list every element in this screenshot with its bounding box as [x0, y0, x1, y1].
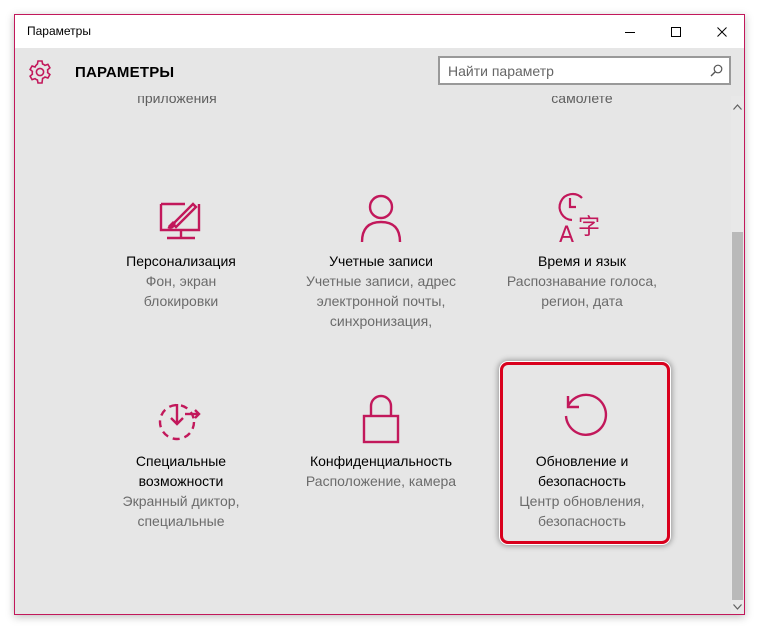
tile-desc-line: безопасность: [538, 513, 626, 529]
close-button[interactable]: [699, 15, 744, 48]
time-language-icon: A 字: [558, 192, 600, 244]
tile-ease-of-access[interactable]: Специальные возможности Экранный диктор,…: [91, 388, 271, 531]
ease-of-access-icon: [158, 403, 201, 441]
tile-desc-line: электронной почты,: [316, 293, 446, 309]
tile-privacy[interactable]: Конфиденциальность Расположение, камера: [291, 388, 471, 491]
privacy-lock-icon: [362, 394, 400, 444]
personalization-icon: [159, 202, 201, 240]
update-security-icon: [564, 393, 608, 436]
settings-grid: приложения самолете Персонализация Фон, …: [15, 96, 731, 614]
minimize-icon: [625, 31, 635, 33]
tile-title-line: возможности: [138, 473, 224, 489]
tile-desc-line: блокировки: [143, 293, 219, 309]
tile-desc-line: Центр обновления,: [519, 493, 645, 509]
settings-header: ПАРАМЕТРЫ: [15, 48, 744, 96]
tile-desc-line: синхронизация,: [329, 313, 433, 329]
partial-tile-apps-desc: приложения: [137, 96, 217, 106]
tile-title-line: Обновление и: [535, 453, 629, 469]
search-icon[interactable]: [710, 64, 723, 77]
tile-desc-line: Фон, экран: [145, 273, 217, 289]
scroll-down-button[interactable]: [731, 600, 744, 614]
tile-title: Время и язык: [538, 253, 626, 269]
title-bar[interactable]: Параметры: [15, 15, 744, 48]
tile-desc-line: специальные: [137, 513, 225, 529]
tile-desc-line: Распознавание голоса,: [506, 273, 658, 289]
search-input[interactable]: [440, 58, 698, 83]
tile-title: Учетные записи: [329, 253, 433, 269]
chevron-down-icon: [733, 604, 742, 610]
maximize-button[interactable]: [653, 15, 699, 48]
tile-desc-line: Расположение, камера: [305, 473, 457, 489]
partial-tile-network-desc: самолете: [551, 96, 613, 106]
close-icon: [717, 26, 727, 37]
scroll-up-button[interactable]: [731, 100, 744, 114]
tile-desc-line: регион, дата: [541, 293, 623, 309]
tile-desc-line: Учетные записи, адрес: [305, 273, 457, 289]
tile-personalization[interactable]: Персонализация Фон, экран блокировки: [91, 188, 271, 311]
page-title: ПАРАМЕТРЫ: [75, 64, 175, 81]
scroll-thumb[interactable]: [732, 232, 743, 600]
svg-text:字: 字: [578, 215, 600, 240]
gear-icon: [29, 60, 51, 84]
minimize-button[interactable]: [607, 15, 653, 48]
tile-title: Персонализация: [126, 253, 236, 269]
tile-update-security[interactable]: Обновление и безопасность Центр обновлен…: [492, 388, 672, 531]
settings-window: Параметры ПАРАМЕТРЫ приложения с: [14, 14, 745, 615]
tile-accounts[interactable]: Учетные записи Учетные записи, адрес эле…: [291, 188, 471, 331]
tile-title-line: Специальные: [135, 453, 227, 469]
tile-title: Конфиденциальность: [309, 453, 452, 469]
tile-desc-line: Экранный диктор,: [122, 493, 240, 509]
accounts-icon: [360, 194, 402, 243]
window-title: Параметры: [27, 24, 91, 38]
svg-text:A: A: [559, 223, 574, 244]
chevron-up-icon: [733, 104, 742, 110]
tile-time-language[interactable]: A 字 Время и язык Распознавание голоса, р…: [492, 188, 672, 311]
tile-title-line: безопасность: [538, 473, 626, 489]
vertical-scrollbar[interactable]: [731, 96, 744, 614]
search-box[interactable]: [438, 56, 731, 85]
maximize-icon: [671, 26, 681, 37]
